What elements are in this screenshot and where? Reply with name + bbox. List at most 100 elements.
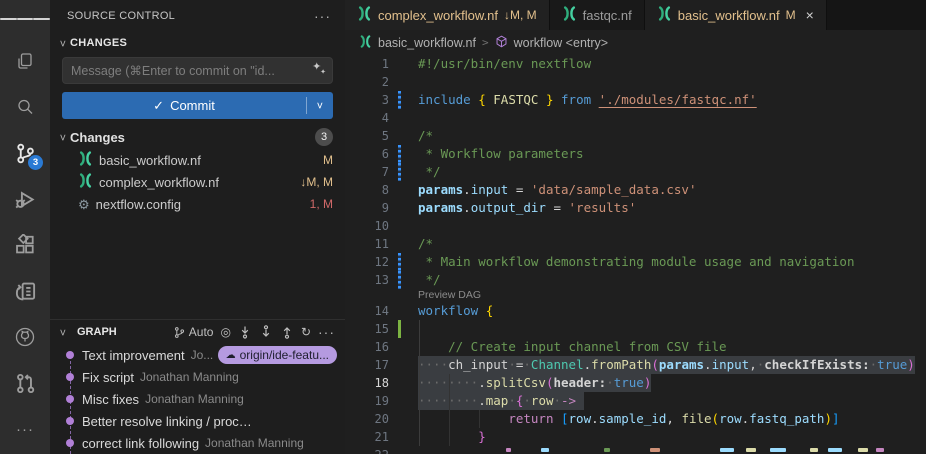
code-line[interactable]: 18········.splitCsv(header:·true) xyxy=(345,374,926,392)
chevron-down-icon: > xyxy=(57,327,70,337)
commit-dropdown-button[interactable]: > xyxy=(307,92,333,119)
code-line[interactable]: 11/* xyxy=(345,235,926,253)
code-line[interactable]: 14workflow { xyxy=(345,302,926,320)
graph-target-icon[interactable]: ◎ xyxy=(220,325,230,339)
git-gutter xyxy=(398,374,401,392)
tab-basic-workflow[interactable]: basic_workflow.nf M × xyxy=(645,0,827,30)
code-line[interactable]: 3include { FASTQC } from './modules/fast… xyxy=(345,91,926,109)
commit-message: Misc fixes xyxy=(82,392,139,407)
graph-commit-row[interactable]: Better resolve linking / process inspect… xyxy=(50,410,345,432)
tab-bar-empty-space xyxy=(827,0,926,30)
codelens-preview-dag[interactable]: Preview DAG xyxy=(345,289,926,302)
code-line[interactable]: 13 */ xyxy=(345,271,926,289)
source-control-icon[interactable]: 3 xyxy=(0,130,50,176)
tab-bar: complex_workflow.nf ↓M, M fastqc.nf basi… xyxy=(345,0,926,30)
application-menu-icon[interactable] xyxy=(0,0,50,38)
code-line[interactable]: 10 xyxy=(345,217,926,235)
git-gutter xyxy=(398,181,401,199)
refresh-icon[interactable]: ↻ xyxy=(301,325,311,339)
git-gutter-indicator xyxy=(398,271,401,289)
code-line[interactable]: 22 xyxy=(345,446,926,454)
line-number: 20 xyxy=(345,410,389,428)
branch-ref-badge[interactable]: ☁origin/ide-featu... xyxy=(218,346,337,364)
nextflow-file-icon xyxy=(562,6,577,24)
graph-commit-row[interactable]: Fix scriptJonathan Manning xyxy=(50,366,345,388)
changes-section-header[interactable]: > CHANGES xyxy=(50,32,345,54)
code-line[interactable]: 7 */ xyxy=(345,163,926,181)
git-gutter-indicator xyxy=(398,163,401,181)
scm-file-row[interactable]: complex_workflow.nf↓M, M xyxy=(50,171,345,193)
close-icon[interactable]: × xyxy=(806,8,814,22)
code-line[interactable]: 20 return [row.sample_id, file(row.fastq… xyxy=(345,410,926,428)
code-editor[interactable]: 1#!/usr/bin/env nextflow23include { FAST… xyxy=(345,55,926,454)
commit-button[interactable]: ✓ Commit > xyxy=(62,92,333,119)
extensions-icon[interactable] xyxy=(0,222,50,268)
scm-file-row[interactable]: basic_workflow.nfM xyxy=(50,149,345,171)
generate-commit-message-icon[interactable]: ✦✦ xyxy=(312,62,326,76)
breadcrumb-file[interactable]: basic_workflow.nf xyxy=(378,36,476,50)
code-line[interactable]: 12 * Main workflow demonstrating module … xyxy=(345,253,926,271)
code-line[interactable]: 8params.input = 'data/sample_data.csv' xyxy=(345,181,926,199)
additional-views-icon[interactable]: ··· xyxy=(0,406,50,452)
line-number: 1 xyxy=(345,55,389,73)
search-icon[interactable] xyxy=(0,84,50,130)
file-name: basic_workflow.nf xyxy=(99,153,201,168)
breadcrumb-symbol[interactable]: workflow <entry> xyxy=(514,36,608,50)
explorer-icon[interactable] xyxy=(0,38,50,84)
pull-request-icon[interactable] xyxy=(0,360,50,406)
nextflow-file-icon xyxy=(359,35,372,51)
scm-file-row[interactable]: ⚙nextflow.config1, M xyxy=(50,193,345,215)
source-control-panel: SOURCE CONTROL ··· > CHANGES ✦✦ ✓ Commit… xyxy=(50,0,345,454)
git-gutter xyxy=(398,428,401,446)
line-number: 2 xyxy=(345,73,389,91)
commit-message-wrap: ✦✦ xyxy=(62,57,333,84)
commit-message-input[interactable] xyxy=(62,57,333,84)
git-gutter-indicator xyxy=(398,253,401,271)
commit-dot-icon xyxy=(66,395,74,403)
graph-commit-row[interactable]: Text improvementJo...☁origin/ide-featu..… xyxy=(50,344,345,366)
line-number: 8 xyxy=(345,181,389,199)
file-name: complex_workflow.nf xyxy=(99,175,219,190)
code-line[interactable]: 19········.map·{·row·-> xyxy=(345,392,926,410)
commit-message: Text improvement xyxy=(82,348,185,363)
run-debug-icon[interactable] xyxy=(0,176,50,222)
file-name: nextflow.config xyxy=(96,197,181,212)
graph-section: > GRAPH Auto ◎ ↻ ··· xyxy=(50,319,345,454)
code-line[interactable]: 17····ch_input·=·Channel.fromPath(params… xyxy=(345,356,926,374)
sidebar-title: SOURCE CONTROL xyxy=(67,10,175,22)
code-line[interactable]: 6 * Workflow parameters xyxy=(345,145,926,163)
pull-icon[interactable] xyxy=(259,325,273,339)
compare-preview-icon[interactable] xyxy=(0,268,50,314)
git-gutter-indicator xyxy=(398,145,401,163)
sidebar-spacer xyxy=(50,215,345,319)
code-line[interactable]: 4 xyxy=(345,109,926,127)
commit-author: Jonathan Manning xyxy=(205,436,304,450)
graph-commit-row[interactable]: correct link followingJonathan Manning xyxy=(50,432,345,454)
changes-tree-header[interactable]: > Changes 3 xyxy=(50,125,345,149)
github-icon[interactable] xyxy=(0,314,50,360)
line-number: 18 xyxy=(345,374,389,392)
code-line[interactable]: 16 // Create input channel from CSV file xyxy=(345,338,926,356)
vscode-window: 3 ··· SOURCE CONTROL ··· > CHANGES xyxy=(0,0,926,454)
code-line[interactable]: 21 } xyxy=(345,428,926,446)
code-line[interactable]: 9params.output_dir = 'results' xyxy=(345,199,926,217)
graph-commit-row[interactable]: Misc fixesJonathan Manning xyxy=(50,388,345,410)
scm-more-actions-icon[interactable]: ··· xyxy=(314,8,331,24)
push-icon[interactable] xyxy=(280,325,294,339)
code-line[interactable]: 2 xyxy=(345,73,926,91)
graph-more-actions-icon[interactable]: ··· xyxy=(318,324,335,340)
git-gutter xyxy=(398,392,401,410)
tab-fastqc[interactable]: fastqc.nf xyxy=(550,0,645,30)
nextflow-icon xyxy=(78,151,93,169)
git-gutter xyxy=(398,73,401,91)
scm-file-list: basic_workflow.nfMcomplex_workflow.nf↓M,… xyxy=(50,149,345,215)
code-line[interactable]: 1#!/usr/bin/env nextflow xyxy=(345,55,926,73)
activity-bar: 3 ··· xyxy=(0,0,50,454)
code-line[interactable]: 5/* xyxy=(345,127,926,145)
fetch-icon[interactable] xyxy=(238,325,252,339)
graph-section-header[interactable]: > GRAPH Auto ◎ ↻ ··· xyxy=(50,320,345,344)
tab-complex-workflow[interactable]: complex_workflow.nf ↓M, M xyxy=(345,0,550,30)
graph-repo-picker[interactable]: Auto xyxy=(173,325,214,339)
git-gutter xyxy=(398,55,401,73)
code-line[interactable]: 15 xyxy=(345,320,926,338)
